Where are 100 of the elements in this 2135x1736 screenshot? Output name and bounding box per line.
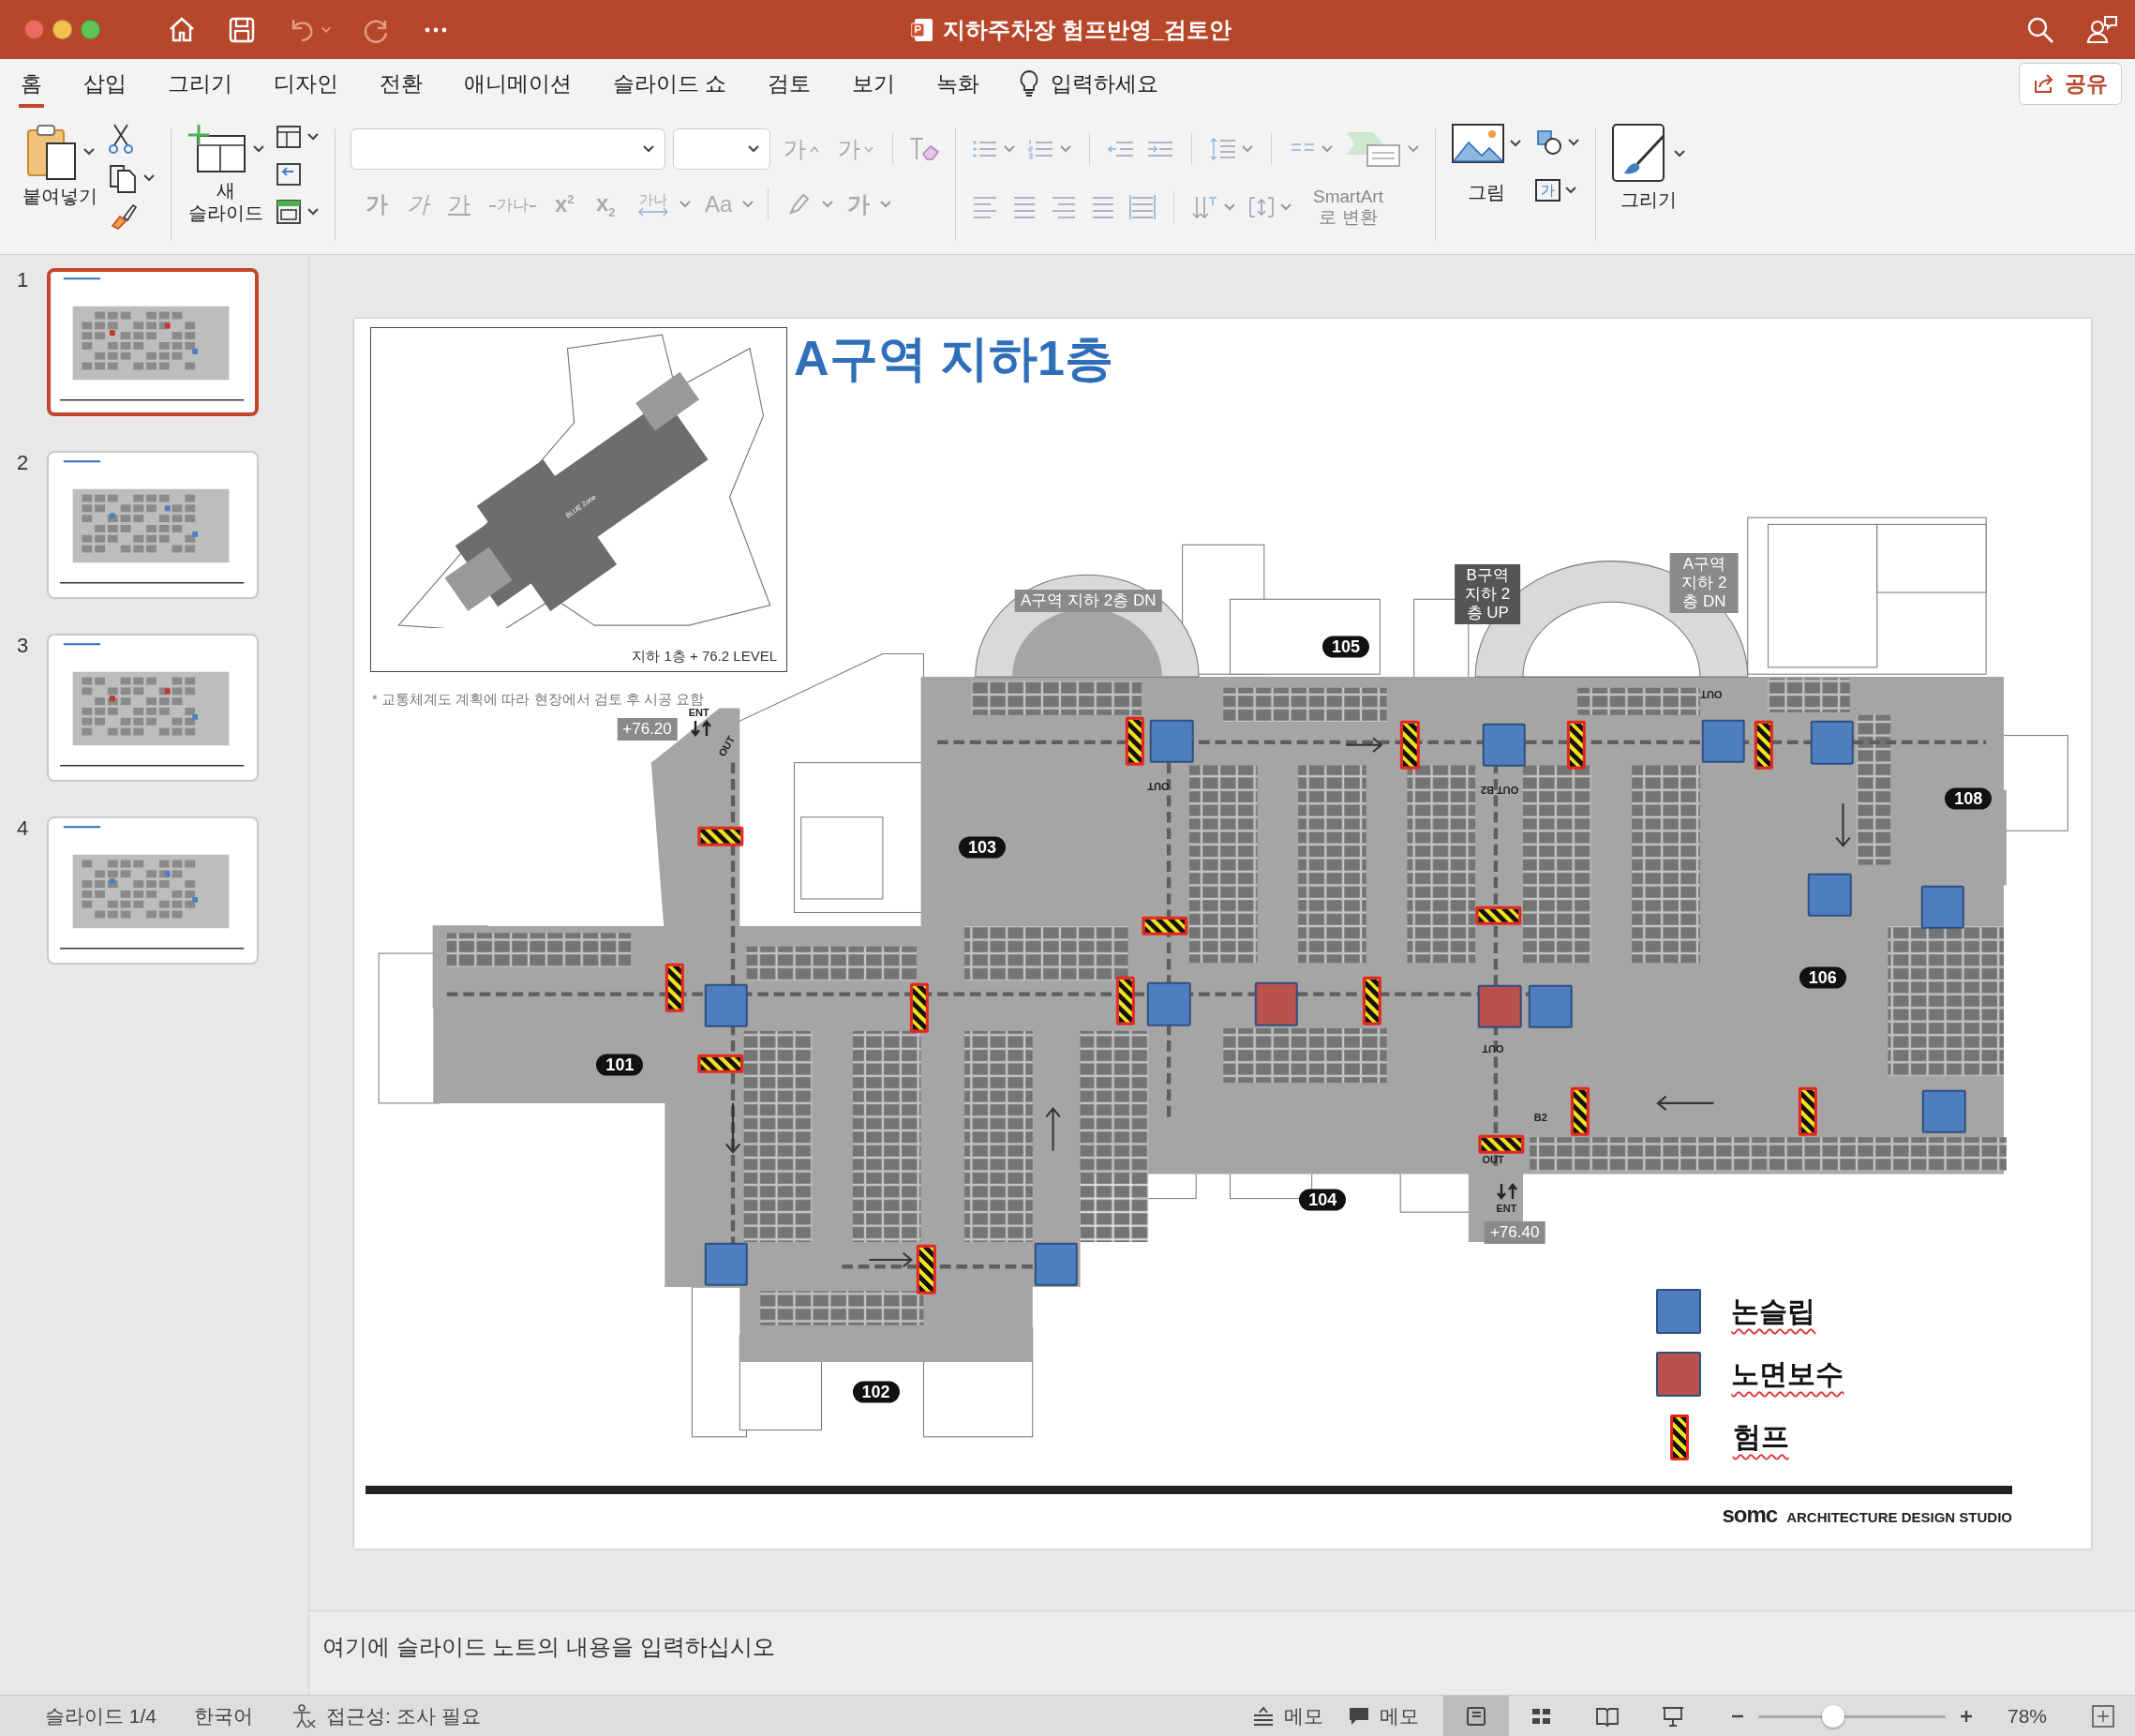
room-number-badge: 104 bbox=[1299, 1189, 1347, 1211]
picture-icon[interactable] bbox=[1451, 123, 1505, 164]
caret-icon[interactable] bbox=[252, 144, 265, 154]
minimize-window-button[interactable] bbox=[52, 20, 72, 39]
accessibility-icon bbox=[291, 1702, 318, 1729]
ribbon-tab[interactable]: 디자인 bbox=[272, 59, 340, 108]
paste-button[interactable]: 붙여넣기 bbox=[22, 185, 97, 207]
ribbon-tab[interactable]: 전환 bbox=[378, 59, 425, 108]
text-box-button[interactable]: 가 bbox=[1535, 179, 1560, 202]
caret-icon[interactable] bbox=[1564, 186, 1577, 195]
room-number-badge: 102 bbox=[852, 1381, 900, 1403]
caret-icon bbox=[864, 144, 873, 154]
room-number-badge: 101 bbox=[596, 1054, 644, 1076]
level-sign: A구역 지하 2층 DN bbox=[1015, 589, 1162, 612]
scissors-icon[interactable] bbox=[107, 123, 135, 155]
slide-counter: 슬라이드 1/4 bbox=[45, 1703, 157, 1729]
slide-number: 4 bbox=[16, 816, 30, 841]
zoom-slider[interactable] bbox=[1757, 1704, 1946, 1728]
up-down-arrows-icon bbox=[689, 719, 712, 739]
search-icon[interactable] bbox=[2026, 15, 2054, 44]
share-button[interactable]: 공유 bbox=[2019, 62, 2122, 105]
zoom-slider-thumb[interactable] bbox=[1821, 1704, 1844, 1728]
caret-icon[interactable] bbox=[82, 147, 96, 157]
legend-label: 노면보수 bbox=[1731, 1356, 1844, 1391]
slide-number: 3 bbox=[16, 634, 30, 658]
close-window-button[interactable] bbox=[24, 20, 44, 39]
reset-slide-icon[interactable] bbox=[275, 160, 303, 188]
lightbulb-icon bbox=[1019, 69, 1040, 97]
level-sign: B구역 지하 2층 UP bbox=[1455, 563, 1521, 624]
legend-label: 논슬립 bbox=[1731, 1295, 1816, 1328]
ribbon-tab[interactable]: 그리기 bbox=[166, 59, 234, 108]
footnote-text: * 교통체계도 계획에 따라 현장에서 검토 후 시공 요함 bbox=[372, 691, 705, 709]
caret-icon bbox=[810, 144, 819, 154]
shapes-icon[interactable] bbox=[1535, 128, 1563, 157]
floor-marking-label: OUT bbox=[1482, 1043, 1504, 1055]
language-button[interactable]: 한국어 bbox=[194, 1702, 254, 1729]
caret-icon[interactable] bbox=[1567, 138, 1580, 147]
ribbon-tab[interactable]: 슬라이드 쇼 bbox=[611, 59, 729, 108]
slide-thumbnail[interactable] bbox=[47, 816, 259, 965]
caret-icon[interactable] bbox=[1509, 139, 1522, 148]
new-slide-icon[interactable] bbox=[187, 123, 248, 175]
layout-icon[interactable] bbox=[275, 123, 303, 151]
window-title: 지하주차장 험프반영_검토안 bbox=[943, 15, 1232, 44]
room-number-badge: 108 bbox=[1945, 787, 1993, 810]
studio-name: ARCHITECTURE DESIGN STUDIO bbox=[1786, 1509, 2012, 1525]
level-sign: A구역 지하 2층 DN bbox=[1669, 552, 1739, 613]
clipboard-icon[interactable] bbox=[24, 123, 79, 181]
copy-icon[interactable] bbox=[107, 162, 139, 194]
speech-bubble-icon bbox=[1347, 1705, 1370, 1727]
slide-title: A구역 지하1층 bbox=[794, 330, 1113, 387]
picture-button[interactable]: 그림 bbox=[1468, 181, 1505, 203]
draw-button[interactable]: 그리기 bbox=[1620, 188, 1677, 211]
double-arrow-icon bbox=[637, 207, 669, 217]
notes-icon bbox=[1251, 1705, 1275, 1727]
document-icon bbox=[911, 17, 933, 42]
floor-marking-label: ENT bbox=[688, 707, 709, 718]
legend-label: 험프 bbox=[1732, 1419, 1789, 1454]
slide-number: 1 bbox=[16, 268, 30, 292]
caret-icon[interactable] bbox=[1673, 149, 1686, 158]
person-speech-icon[interactable] bbox=[2086, 14, 2118, 45]
ribbon-tab[interactable]: 삽입 bbox=[82, 59, 128, 108]
share-icon bbox=[2033, 73, 2055, 94]
ribbon-tab[interactable]: 검토 bbox=[766, 59, 814, 108]
zoom-window-button[interactable] bbox=[81, 20, 100, 39]
floor-marking-label: OUT bbox=[1482, 1153, 1504, 1165]
slide-thumbnail[interactable] bbox=[47, 451, 259, 599]
tell-me-button[interactable]: 입력하세요 bbox=[1019, 68, 1159, 98]
caret-icon[interactable] bbox=[747, 144, 760, 154]
floor-marking-label: OUT bbox=[1146, 780, 1170, 792]
fit-to-window-icon[interactable] bbox=[2090, 1702, 2116, 1729]
caret-icon[interactable] bbox=[306, 207, 320, 217]
floor-marking-label: OUT bbox=[1699, 689, 1723, 701]
caret-icon[interactable] bbox=[642, 144, 655, 154]
new-slide-button[interactable]: 새 슬라이드 bbox=[188, 179, 263, 224]
normal-view-button[interactable] bbox=[1442, 1696, 1509, 1736]
accessibility-button[interactable]: 접근성: 조사 필요 bbox=[291, 1702, 481, 1729]
zoom-in-icon[interactable] bbox=[1958, 1708, 1974, 1724]
floor-marking-label: ENT bbox=[1496, 1203, 1517, 1214]
comments-button[interactable]: 메모 bbox=[1347, 1702, 1419, 1729]
notes-placeholder[interactable]: 여기에 슬라이드 노트의 내용을 입력하십시오 bbox=[322, 1634, 775, 1659]
level-sign: +76.40 bbox=[1484, 1221, 1545, 1245]
level-caption: 지하 1층 + 76.2 LEVEL bbox=[632, 648, 777, 666]
level-sign: +76.20 bbox=[617, 717, 678, 741]
floor-marking-label: OUT B2 bbox=[1481, 784, 1519, 796]
ribbon-tab[interactable]: 녹화 bbox=[934, 59, 982, 108]
section-icon[interactable] bbox=[275, 198, 303, 226]
up-down-arrows-icon bbox=[1495, 1182, 1518, 1202]
ribbon-tab[interactable]: 보기 bbox=[850, 59, 898, 108]
ribbon-tab[interactable]: 애니메이션 bbox=[462, 59, 574, 108]
slide-thumbnail[interactable] bbox=[47, 634, 259, 782]
caret-icon[interactable] bbox=[306, 132, 320, 142]
notes-button[interactable]: 메모 bbox=[1251, 1702, 1323, 1729]
studio-logo: somc bbox=[1722, 1502, 1778, 1528]
caret-icon[interactable] bbox=[142, 173, 156, 183]
floor-marking-label: B2 bbox=[1533, 1111, 1547, 1123]
slide-thumbnail[interactable] bbox=[47, 268, 259, 416]
distributed-icon[interactable] bbox=[1128, 193, 1157, 221]
room-number-badge: 106 bbox=[1799, 966, 1846, 989]
zoom-percentage[interactable]: 78% bbox=[2007, 1704, 2047, 1728]
slide-number: 2 bbox=[16, 451, 30, 475]
